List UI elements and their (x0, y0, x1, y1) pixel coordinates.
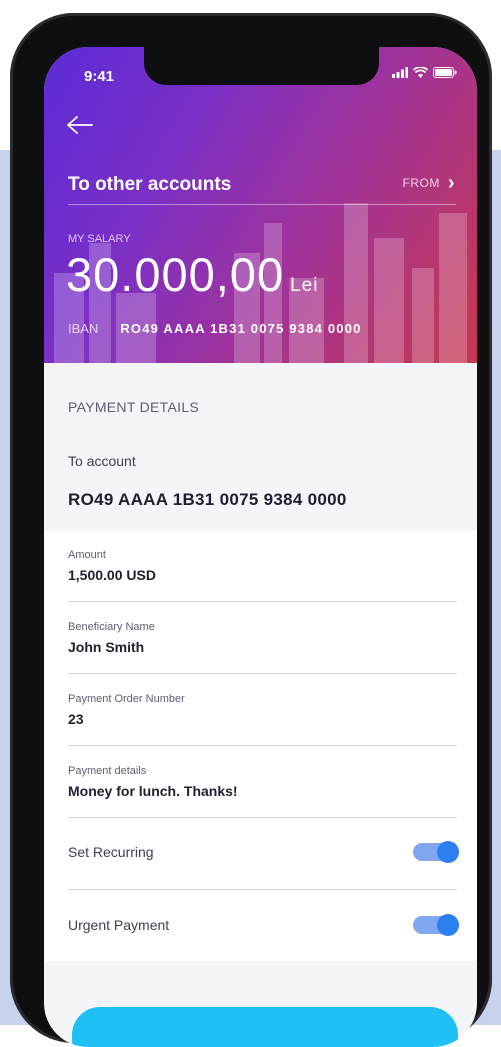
phone-notch (144, 47, 379, 85)
to-account-label: To account (68, 453, 136, 469)
set-recurring-toggle[interactable] (413, 841, 459, 863)
phone-frame: 9:41 To other accounts FROM › MY SALARY … (10, 13, 492, 1047)
toggle-label: Set Recurring (68, 844, 154, 860)
toggle-knob (437, 914, 459, 936)
field-value: Money for lunch. Thanks! (68, 783, 238, 799)
chevron-right-icon: › (447, 172, 455, 194)
field-label: Amount (68, 549, 106, 561)
urgent-payment-toggle[interactable] (413, 914, 459, 936)
balance-currency: Lei (290, 275, 319, 296)
set-recurring-row: Set Recurring (68, 841, 459, 863)
field-value: 23 (68, 711, 84, 727)
account-name: MY SALARY (68, 233, 131, 245)
balance-amount: 30.000,00 (66, 248, 285, 301)
status-icons (392, 67, 457, 78)
toggle-knob (437, 841, 459, 863)
urgent-payment-row: Urgent Payment (68, 914, 459, 936)
field-label: Beneficiary Name (68, 621, 155, 633)
from-label: FROM (402, 176, 440, 190)
status-time: 9:41 (84, 68, 115, 85)
field-value: 1,500.00 USD (68, 567, 156, 583)
payment-details-field[interactable]: Payment details Money for lunch. Thanks! (68, 765, 457, 818)
payment-order-number-field[interactable]: Payment Order Number 23 (68, 693, 457, 746)
header-divider (68, 204, 456, 205)
amount-field[interactable]: Amount 1,500.00 USD (68, 549, 457, 602)
toggle-divider (68, 889, 457, 890)
iban-label: IBAN (68, 321, 99, 336)
payment-form: Amount 1,500.00 USD Beneficiary Name Joh… (44, 531, 477, 961)
iban-value: RO49 AAAA 1B31 0075 9384 0000 (120, 321, 362, 336)
field-value: John Smith (68, 639, 145, 655)
field-label: Payment Order Number (68, 693, 185, 705)
section-title: PAYMENT DETAILS (68, 399, 200, 415)
account-header: 9:41 To other accounts FROM › MY SALARY … (44, 47, 477, 363)
field-label: Payment details (68, 765, 147, 777)
to-account-value[interactable]: RO49 AAAA 1B31 0075 9384 0000 (68, 490, 347, 510)
continue-button[interactable] (72, 1007, 458, 1047)
wifi-icon (413, 67, 428, 78)
beneficiary-name-field[interactable]: Beneficiary Name John Smith (68, 621, 457, 674)
page-title: To other accounts (68, 174, 232, 195)
account-balance: 30.000,00 Lei (66, 247, 318, 302)
battery-icon (433, 67, 457, 78)
signal-icon (392, 67, 408, 78)
back-arrow-icon[interactable] (66, 115, 94, 135)
from-account-selector[interactable]: FROM › (402, 172, 456, 194)
toggle-label: Urgent Payment (68, 917, 170, 933)
app-screen: 9:41 To other accounts FROM › MY SALARY … (44, 47, 477, 1047)
iban-row: IBAN RO49 AAAA 1B31 0075 9384 0000 (68, 321, 362, 336)
